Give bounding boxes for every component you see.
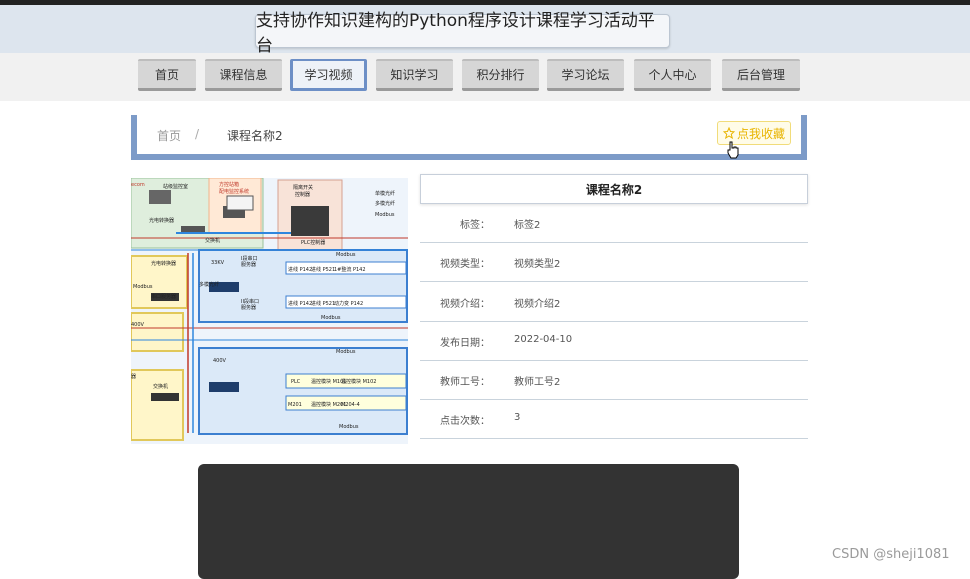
- diagram-label: 单模光纤: [375, 190, 395, 197]
- detail-title: 课程名称2: [420, 174, 808, 204]
- diagram-label: 进线 P521: [311, 266, 335, 273]
- detail-row-teacher-id: 教师工号： 教师工号2: [420, 360, 808, 400]
- detail-row-video-type: 视频类型： 视频类型2: [420, 242, 808, 282]
- diagram-label: 进线 P521: [311, 300, 335, 307]
- diagram-label: 光电转换器: [149, 217, 174, 224]
- mouse-pointer-icon: [727, 141, 739, 159]
- network-diagram: ecom 站级监控室 方控站箱 配电监控系统 隔离开关 控制器 PLC控制器 光…: [131, 178, 408, 444]
- diagram-label: 器: [131, 374, 136, 380]
- diagram-label: 33KV: [211, 260, 225, 266]
- detail-label: 视频介绍：: [440, 299, 490, 310]
- detail-label: 发布日期：: [440, 338, 490, 349]
- diagram-label: PLC控制器: [301, 239, 325, 246]
- diagram-label: 温控模块 M102: [341, 378, 376, 385]
- detail-value: 2022-04-10: [514, 334, 573, 345]
- diagram-label: PLC: [291, 379, 301, 385]
- diagram-label: Modbus: [321, 315, 341, 321]
- breadcrumb-separator: /: [195, 127, 200, 141]
- diagram-label: 进线 P142: [288, 300, 312, 307]
- detail-row-click-count: 点击次数： 3: [420, 399, 808, 439]
- diagram-label: 服务器: [241, 304, 256, 311]
- diagram-label: M201: [288, 402, 302, 408]
- diagram-label: 服务器: [241, 261, 256, 268]
- detail-label: 教师工号：: [440, 377, 490, 388]
- diagram-label: 400V: [213, 358, 227, 364]
- diagram-label: 交换机: [153, 383, 168, 390]
- diagram-label: 串口服务器: [151, 293, 176, 300]
- nav-item-study-video[interactable]: 学习视频: [290, 59, 367, 91]
- diagram-label: Modbus: [336, 349, 356, 355]
- diagram-label: 隔离开关: [293, 184, 313, 191]
- diagram-label: Modbus: [133, 284, 153, 290]
- nav-item-home[interactable]: 首页: [138, 59, 196, 91]
- diagram-label: 控制器: [295, 191, 310, 198]
- nav-item-course-info[interactable]: 课程信息: [205, 59, 282, 91]
- detail-value: 3: [514, 412, 521, 423]
- favorite-label: 点我收藏: [736, 126, 785, 141]
- site-title: 支持协作知识建构的Python程序设计课程学习活动平台: [255, 11, 670, 56]
- diagram-label: ecom: [131, 182, 145, 188]
- detail-row-tag: 标签： 标签2: [420, 203, 808, 243]
- detail-label: 点击次数：: [440, 416, 490, 427]
- diagram-label: 多模光纤: [375, 200, 395, 207]
- nav-item-personal-center[interactable]: 个人中心: [634, 59, 711, 91]
- diagram-label: Modbus: [375, 212, 395, 218]
- diagram-label: I段串口: [241, 255, 257, 262]
- diagram-label: Modbus: [336, 252, 356, 258]
- site-header: 支持协作知识建构的Python程序设计课程学习活动平台: [0, 5, 970, 56]
- breadcrumb: 首页 / 课程名称2 点我收藏: [131, 115, 807, 160]
- breadcrumb-home-link[interactable]: 首页: [157, 127, 181, 144]
- nav-item-forum[interactable]: 学习论坛: [547, 59, 624, 91]
- nav-item-knowledge[interactable]: 知识学习: [376, 59, 453, 91]
- diagram-label: 进线 P142: [288, 266, 312, 273]
- diagram-label: 光电转换器: [151, 260, 176, 267]
- diagram-label: 交换机: [205, 237, 220, 244]
- diagram-label: 配电监控系统: [219, 188, 249, 195]
- diagram-label: Modbus: [339, 424, 359, 430]
- video-player[interactable]: [198, 464, 739, 579]
- detail-value: 标签2: [514, 220, 541, 231]
- detail-value: 教师工号2: [514, 377, 561, 388]
- main-nav: 首页 课程信息 学习视频 知识学习 积分排行 学习论坛 个人中心 后台管理: [0, 53, 970, 101]
- detail-label: 标签：: [460, 220, 490, 231]
- course-cover-image: ecom 站级监控室 方控站箱 配电监控系统 隔离开关 控制器 PLC控制器 光…: [131, 178, 408, 444]
- nav-item-admin[interactable]: 后台管理: [722, 59, 800, 91]
- watermark: CSDN @sheji1081: [832, 547, 950, 562]
- detail-label: 视频类型：: [440, 259, 490, 270]
- detail-row-publish-date: 发布日期： 2022-04-10: [420, 321, 808, 361]
- diagram-label: 方控站箱: [219, 181, 239, 188]
- diagram-label: M204-4: [341, 402, 360, 408]
- nav-item-ranking[interactable]: 积分排行: [462, 59, 539, 91]
- detail-value: 视频介绍2: [514, 299, 561, 310]
- detail-value: 视频类型2: [514, 259, 561, 270]
- star-outline-icon: [722, 127, 735, 139]
- diagram-label: 400V: [131, 322, 145, 328]
- detail-row-video-intro: 视频介绍： 视频介绍2: [420, 282, 808, 322]
- diagram-label: 1#整流 P142: [334, 266, 366, 273]
- diagram-label: II段串口: [241, 298, 259, 305]
- diagram-label: 站级监控室: [163, 183, 188, 190]
- diagram-label: 多模光纤: [199, 281, 219, 288]
- video-detail-panel: 课程名称2 标签： 标签2 视频类型： 视频类型2 视频介绍： 视频介绍2 发布…: [420, 174, 808, 439]
- diagram-label: 动力变 P142: [334, 300, 363, 307]
- breadcrumb-current: 课程名称2: [227, 129, 283, 143]
